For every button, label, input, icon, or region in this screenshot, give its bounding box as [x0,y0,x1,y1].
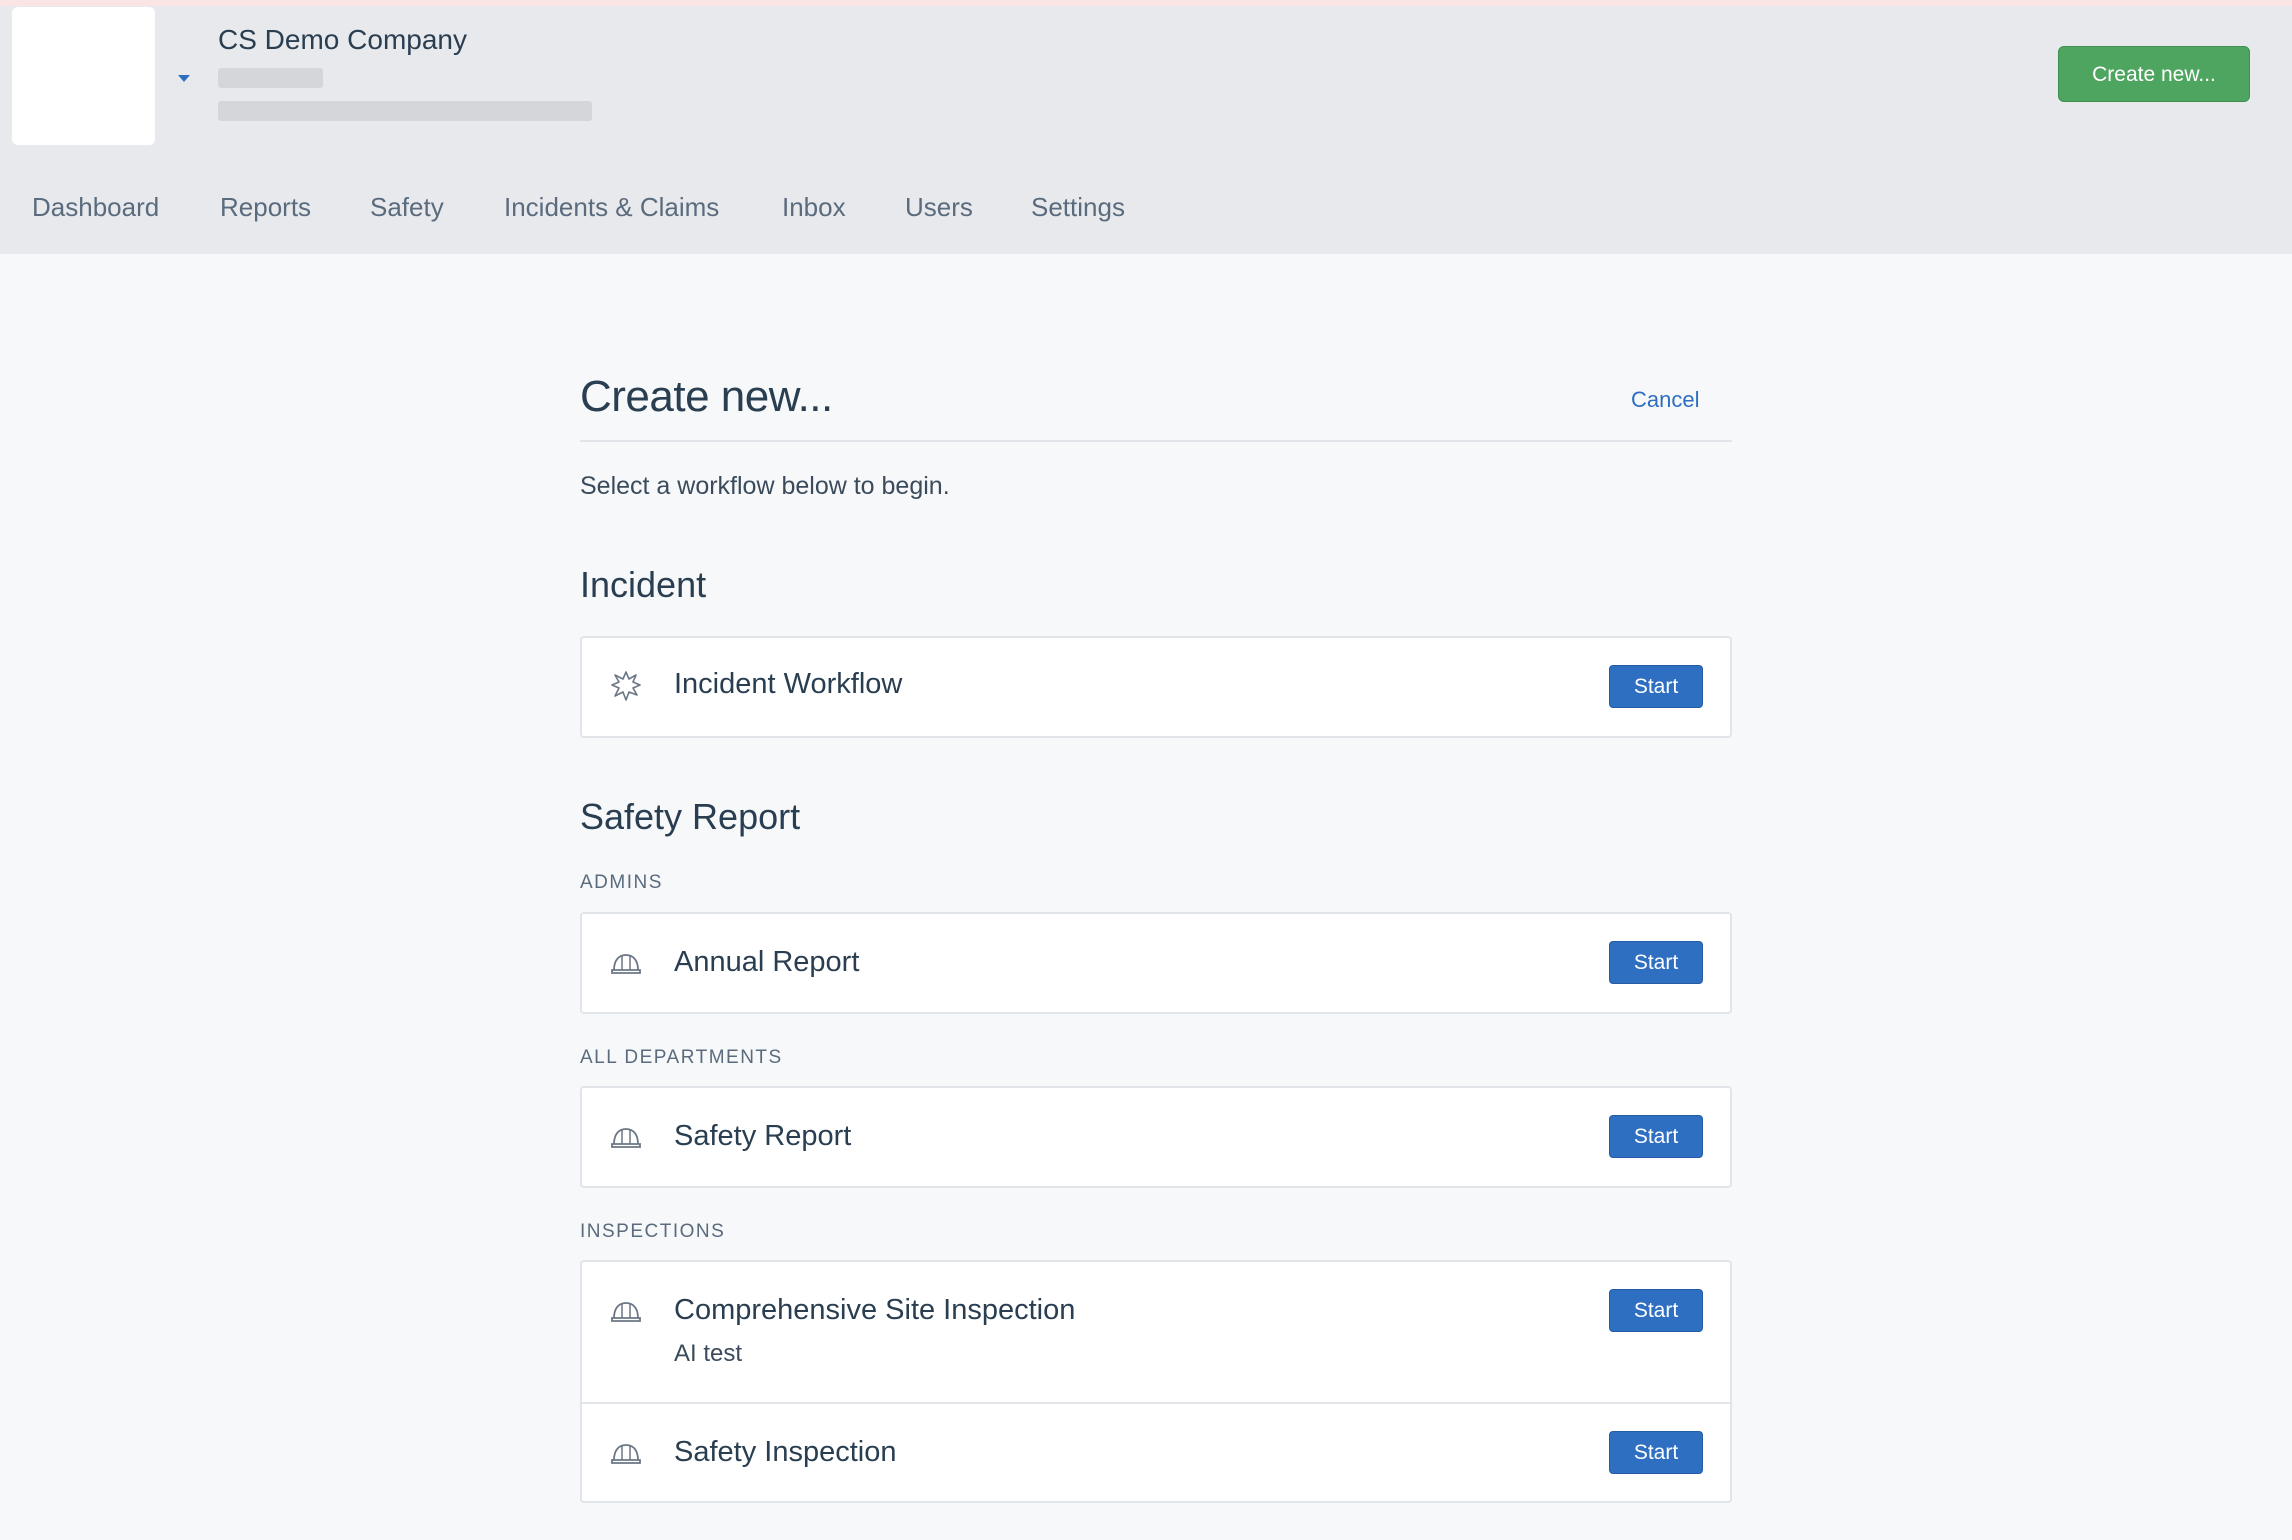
group-label-all-departments: ALL DEPARTMENTS [580,1047,783,1068]
loading-placeholder [218,68,323,88]
workflow-card: Comprehensive Site Inspection AI test St… [580,1260,1732,1503]
workflow-card: Annual Report Start [580,912,1732,1014]
hard-hat-icon [611,1444,641,1464]
workflow-row-annual-report: Annual Report Start [582,914,1730,1012]
workflow-title: Incident Workflow [674,668,903,700]
workflow-card: Safety Report Start [580,1086,1732,1188]
workflow-row-comprehensive-site-inspection: Comprehensive Site Inspection AI test St… [582,1262,1730,1402]
nav-item-reports[interactable]: Reports [220,192,311,223]
loading-placeholder [218,101,592,121]
group-label-admins: ADMINS [580,872,663,893]
section-title-incident: Incident [580,564,707,605]
divider [580,440,1732,442]
nav-item-safety[interactable]: Safety [370,192,444,223]
workflow-subtitle: AI test [674,1340,743,1367]
chevron-down-icon[interactable] [176,72,192,84]
burst-icon [611,671,641,701]
nav-item-incidents-claims[interactable]: Incidents & Claims [504,192,719,223]
start-button[interactable]: Start [1609,665,1703,708]
start-button[interactable]: Start [1609,1115,1703,1158]
company-name[interactable]: CS Demo Company [218,24,467,56]
workflow-card: Incident Workflow Start [580,636,1732,738]
cancel-link[interactable]: Cancel [1631,387,1699,413]
workflow-title: Safety Inspection [674,1436,897,1468]
nav-item-inbox[interactable]: Inbox [782,192,846,223]
workflow-title: Annual Report [674,946,860,978]
workflow-row-incident: Incident Workflow Start [582,638,1730,736]
hard-hat-icon [611,1302,641,1322]
workflow-title: Comprehensive Site Inspection [674,1294,1076,1326]
start-button[interactable]: Start [1609,1431,1703,1474]
nav-item-dashboard[interactable]: Dashboard [32,192,159,223]
hard-hat-icon [611,1128,641,1148]
nav-item-users[interactable]: Users [905,192,973,223]
intro-text: Select a workflow below to begin. [580,472,950,500]
group-label-inspections: INSPECTIONS [580,1221,726,1242]
workflow-title: Safety Report [674,1120,852,1152]
workflow-row-safety-inspection: Safety Inspection Start [582,1402,1730,1503]
workflow-row-safety-report: Safety Report Start [582,1088,1730,1186]
start-button[interactable]: Start [1609,941,1703,984]
hard-hat-icon [611,954,641,974]
app-header: CS Demo Company Create new... Dashboard … [0,6,2292,254]
start-button[interactable]: Start [1609,1289,1703,1332]
section-title-safety-report: Safety Report [580,796,801,837]
page-title: Create new... [580,372,833,421]
nav-item-settings[interactable]: Settings [1031,192,1125,223]
create-new-button[interactable]: Create new... [2058,46,2250,102]
company-logo[interactable] [12,7,155,145]
